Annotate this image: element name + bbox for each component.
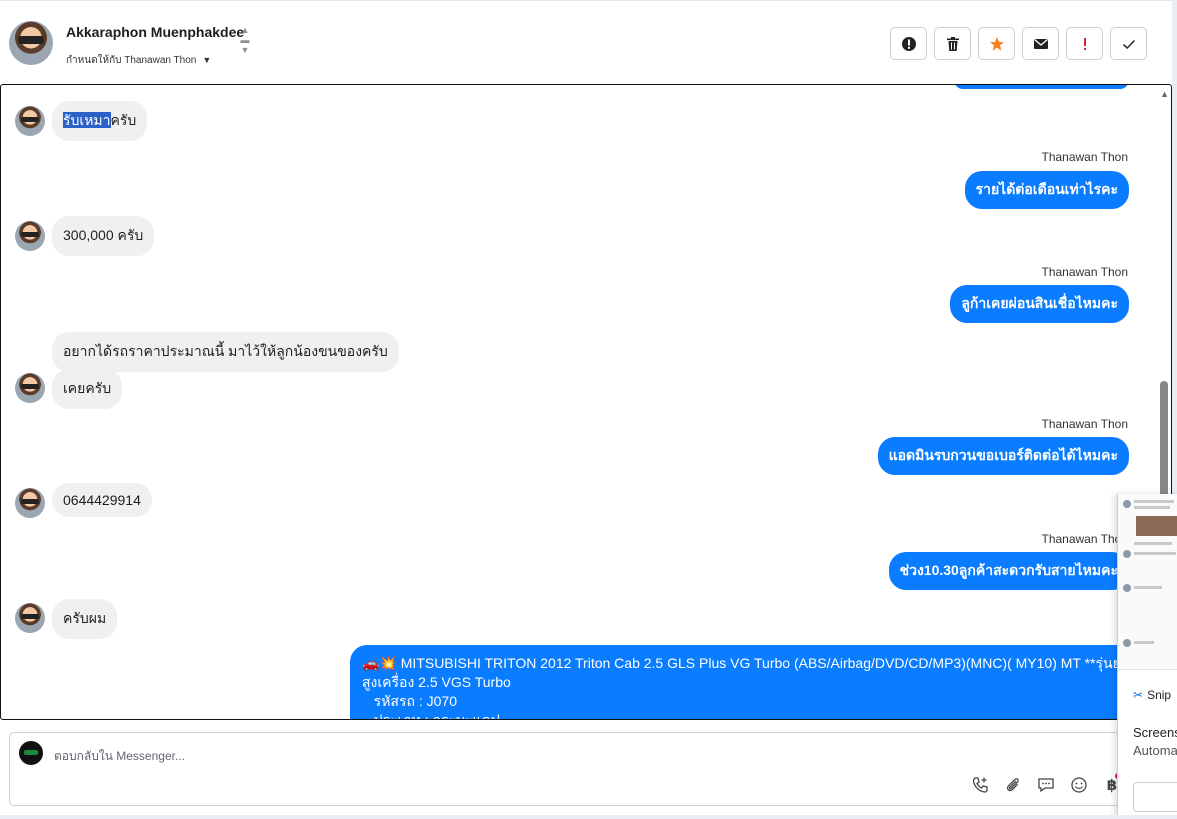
thumb-line [1134, 506, 1170, 509]
snip-title: Screens [1133, 725, 1177, 740]
snip-action-button[interactable] [1133, 782, 1177, 812]
quick-reply-icon[interactable] [1036, 775, 1056, 795]
snip-app-label: ✂ Snip [1133, 688, 1171, 702]
star-button[interactable] [978, 27, 1015, 60]
contact-avatar-small [15, 603, 45, 633]
listing-message[interactable]: 🚗💥 MITSUBISHI TRITON 2012 Triton Cab 2.5… [350, 645, 1140, 720]
snipping-tool-popup[interactable]: ✂ Snip Screens Automa [1117, 494, 1177, 819]
sender-name: Thanawan Thon [1041, 150, 1128, 164]
window-bottom-edge [0, 815, 1177, 819]
thumb-avatar [1123, 584, 1131, 592]
reply-input[interactable]: ตอบกลับใน Messenger... [54, 747, 185, 766]
scroll-up-icon[interactable]: ▲ [1160, 89, 1169, 99]
incoming-message[interactable]: ครับผม [52, 599, 118, 639]
assignee-label: กำหนดให้กับ Thanawan Thon [66, 55, 197, 66]
outgoing-message[interactable]: แอดมินรบกวนขอเบอร์ติดต่อได้ไหมคะ [877, 437, 1129, 475]
sort-arrows-icon[interactable]: ▲ ▬ ▼ [240, 25, 250, 55]
phone-add-icon[interactable] [970, 775, 990, 795]
message-text: ครับ [110, 112, 137, 128]
sender-name: Thanawan Thon [1041, 265, 1128, 279]
reply-composer[interactable]: ตอบกลับใน Messenger... ฿ [9, 732, 1129, 806]
screenshot-thumbnail[interactable] [1118, 494, 1177, 670]
incoming-message[interactable]: เคยครับ [52, 369, 123, 409]
trash-icon [946, 36, 959, 51]
envelope-icon [1033, 38, 1048, 49]
mark-unread-button[interactable] [1022, 27, 1059, 60]
contact-avatar-small [15, 373, 45, 403]
thumb-image [1136, 516, 1177, 536]
incoming-message[interactable]: รับเหมาครับ [52, 101, 148, 141]
spam-button[interactable] [890, 27, 927, 60]
listing-line: 🚗💥 MITSUBISHI TRITON 2012 Triton Cab 2.5… [362, 655, 1130, 671]
check-icon [1122, 39, 1135, 49]
star-icon [989, 36, 1004, 51]
important-button[interactable] [1066, 27, 1103, 60]
scrollbar-thumb[interactable] [1160, 381, 1168, 501]
thumb-avatar [1123, 639, 1131, 647]
snip-app-name: Snip [1147, 688, 1172, 702]
done-button[interactable] [1110, 27, 1147, 60]
snip-subtitle: Automa [1133, 743, 1177, 758]
sender-name: Thanawan Thon [1041, 417, 1128, 431]
emoji-icon[interactable] [1069, 775, 1089, 795]
paperclip-icon[interactable] [1003, 775, 1023, 795]
contact-name[interactable]: Akkaraphon Muenphakdee [66, 24, 244, 40]
thumb-line [1134, 552, 1176, 555]
scissors-icon: ✂ [1133, 688, 1144, 702]
outgoing-message[interactable]: รายได้ต่อเดือนเท่าไรคะ [964, 171, 1129, 209]
incoming-message[interactable]: 300,000 ครับ [52, 216, 155, 256]
contact-avatar-small [15, 221, 45, 251]
exclamation-icon [1083, 37, 1086, 50]
contact-avatar-small [15, 106, 45, 136]
conversation-toolbar [890, 27, 1147, 60]
selected-text: รับเหมา [63, 112, 111, 128]
outgoing-message[interactable]: ลูก้าเคยผ่อนสินเชื่อไหมคะ [950, 285, 1129, 323]
outgoing-bubble-partial [954, 85, 1129, 89]
message-thread[interactable]: ▲ รับเหมาครับ Thanawan Thon รายได้ต่อเดื… [0, 84, 1172, 720]
contact-avatar-small [15, 488, 45, 518]
thumb-avatar [1123, 550, 1131, 558]
listing-line: สูงเครื่อง 2.5 VGS Turbo [362, 674, 511, 690]
thumb-line [1134, 586, 1162, 589]
conversation-header: Akkaraphon Muenphakdee ▲ ▬ ▼ กำหนดให้กับ T… [0, 0, 1172, 84]
sender-name: Thanawan Thon [1041, 532, 1128, 546]
thumb-line [1134, 500, 1174, 503]
incoming-message[interactable]: 0644429914 [52, 483, 152, 517]
alert-circle-icon [901, 36, 916, 51]
composer-tools: ฿ [970, 775, 1122, 795]
incoming-message[interactable]: อยากได้รถราคาประมาณนี้ มาไว้ให้ลูกน้องขน… [52, 332, 399, 372]
thumb-avatar [1123, 500, 1131, 508]
outgoing-message[interactable]: ช่วง10.30ลูกค้าสะดวกรับสายไหมคะ [888, 552, 1129, 590]
listing-line: รหัสรถ : J070 [362, 693, 457, 709]
thumb-line [1134, 542, 1172, 545]
assignee-selector[interactable]: กำหนดให้กับ Thanawan Thon ▼ [66, 53, 211, 68]
chevron-down-icon: ▼ [202, 55, 212, 65]
listing-line: ประเภท : กระบะแคป [362, 712, 500, 720]
contact-avatar[interactable] [9, 21, 53, 65]
thumb-line [1134, 641, 1154, 644]
delete-button[interactable] [934, 27, 971, 60]
page-avatar [19, 741, 43, 765]
